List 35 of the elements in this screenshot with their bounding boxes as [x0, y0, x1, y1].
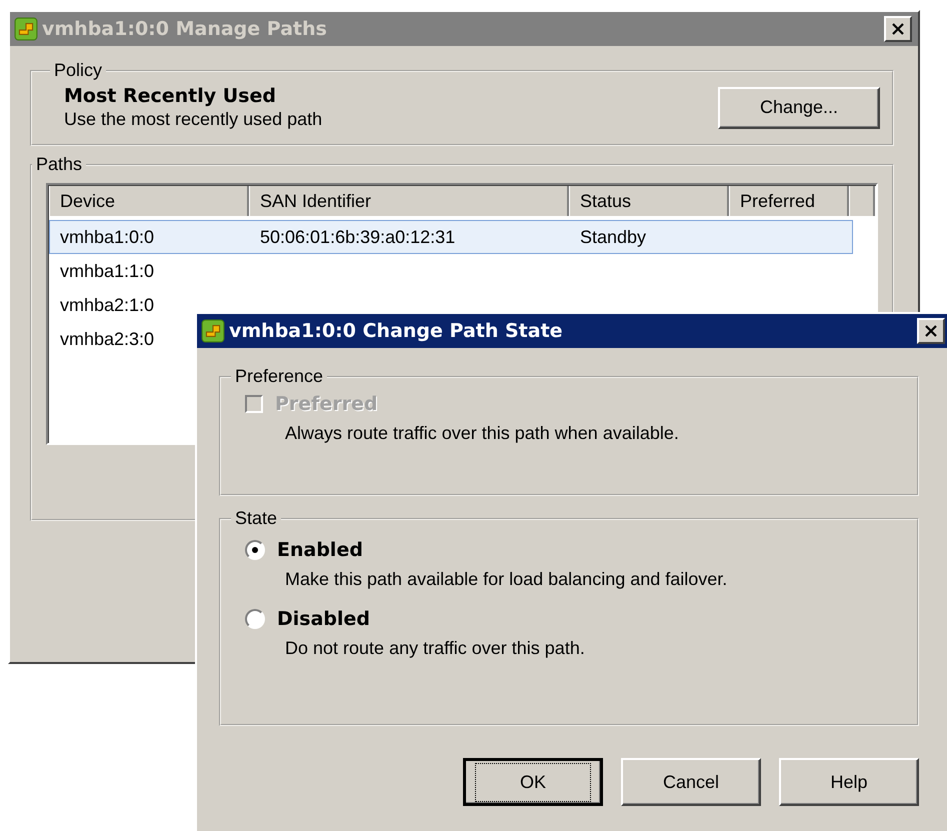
- table-cell: vmhba1:0:0: [60, 226, 154, 246]
- table-cell: vmhba1:1:0: [60, 260, 154, 280]
- group-label: Policy: [53, 60, 104, 81]
- option-description: Always route traffic over this path when available.: [285, 423, 680, 444]
- table-cell: vmhba2:3:0: [60, 328, 154, 348]
- table-cell: Standby: [580, 226, 646, 246]
- dialog-button[interactable]: Cancel: [621, 758, 761, 806]
- header-filler: [849, 186, 875, 216]
- change-button[interactable]: Change...: [718, 86, 880, 128]
- close-button[interactable]: [884, 16, 912, 42]
- table-cell: vmhba2:1:0: [60, 294, 154, 314]
- window-title: vmhba1:0:0 Manage Paths: [42, 18, 328, 40]
- column-header[interactable]: Device: [49, 186, 249, 216]
- group-label: Preference: [234, 366, 324, 387]
- policy-description: Use the most recently used path: [64, 109, 322, 130]
- option-description: Make this path available for load balancing and failover.: [285, 569, 728, 590]
- column-header[interactable]: Status: [569, 186, 729, 216]
- column-header[interactable]: SAN Identifier: [249, 186, 569, 216]
- group-label: Paths: [35, 154, 84, 175]
- table-row[interactable]: vmhba1:0:0 50:06:01:6b:39:a0:12:31 Standby: [49, 220, 853, 254]
- radio-button[interactable]: Disabled: [245, 608, 370, 630]
- group-label: State: [234, 508, 278, 529]
- window-icon: [14, 17, 38, 41]
- column-header[interactable]: Preferred: [729, 186, 849, 216]
- window-title: vmhba1:0:0 Change Path State: [229, 320, 564, 342]
- close-icon: [925, 325, 937, 337]
- dialog-button[interactable]: OK: [463, 758, 603, 806]
- option-description: Do not route any traffic over this path.: [285, 638, 586, 659]
- policy-name: Most Recently Used: [64, 85, 277, 107]
- radio-button[interactable]: Enabled: [245, 539, 363, 561]
- window-icon: [201, 319, 225, 343]
- close-icon: [892, 23, 904, 35]
- close-button[interactable]: [917, 318, 945, 344]
- dialog-button[interactable]: Help: [779, 758, 919, 806]
- table-cell: 50:06:01:6b:39:a0:12:31: [260, 226, 456, 246]
